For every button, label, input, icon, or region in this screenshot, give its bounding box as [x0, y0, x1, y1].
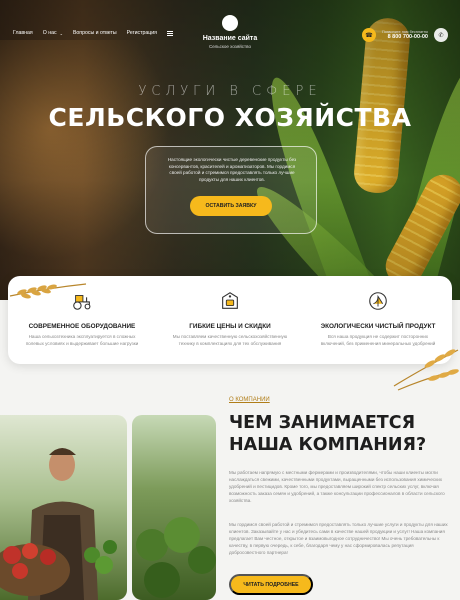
farmer-photo — [0, 415, 127, 600]
phone-icon[interactable]: ☎ — [362, 28, 376, 42]
feature-desc: Наша сельхозтехника эксплуатируется в сл… — [25, 334, 139, 346]
feature-title: СОВРЕМЕННОЕ ОБОРУДОВАНИЕ — [28, 323, 136, 330]
hero-title: СЕЛЬСКОГО ХОЗЯЙСТВА — [48, 103, 412, 132]
about-paragraph: Мы работаем напрямую с местными фермерам… — [229, 470, 445, 504]
about-title: ЧЕМ ЗАНИМАЕТСЯ НАША КОМПАНИЯ? — [229, 413, 427, 456]
nav-item-about[interactable]: О нас ⌄ — [43, 30, 63, 36]
feature-title: ГИБКИЕ ЦЕНЫ И СКИДКИ — [189, 323, 271, 330]
wheat-ear-decoration — [9, 283, 87, 299]
feature-desc: Мы поставляем качественную сельскохозяйс… — [172, 334, 288, 346]
about-paragraph: Мы гордимся своей работой и стремимся пр… — [229, 522, 448, 556]
nav-item-register[interactable]: Регистрация — [127, 30, 157, 36]
price-tag-icon — [222, 292, 238, 309]
feature-item: ГИБКИЕ ЦЕНЫ И СКИДКИ Мы поставляем качес… — [156, 276, 304, 364]
top-nav: Главная О нас ⌄ Вопросы и ответы Регистра… — [13, 30, 173, 36]
contact-block: ☎ Позвоните нам бесплатно 8 800 700-00-0… — [362, 28, 448, 42]
wheat-ear-decoration — [393, 349, 459, 391]
chevron-down-icon: ⌄ — [59, 30, 63, 36]
eco-plant-icon — [369, 292, 387, 310]
hero-description: Настоящие экологически чистые деревенски… — [167, 157, 297, 182]
nav-item-home[interactable]: Главная — [13, 30, 33, 36]
hero-section: Главная О нас ⌄ Вопросы и ответы Регистра… — [0, 0, 460, 300]
read-more-button[interactable]: ЧИТАТЬ ПОДРОБНЕЕ — [229, 574, 313, 595]
nav-item-faq[interactable]: Вопросы и ответы — [73, 30, 117, 36]
about-eyebrow-link[interactable]: О КОМПАНИИ — [229, 397, 270, 403]
hero-kicker: УСЛУГИ В СФЕРЕ — [138, 84, 322, 99]
menu-icon[interactable] — [166, 30, 173, 36]
vegetable-garden-photo — [132, 415, 216, 600]
feature-title: ЭКОЛОГИЧЕСКИ ЧИСТЫЙ ПРОДУКТ — [320, 323, 436, 330]
hero-card: Настоящие экологически чистые деревенски… — [145, 146, 317, 234]
site-name: Название сайта — [202, 35, 258, 42]
site-logo — [222, 15, 238, 31]
site-subtitle: Сельское хозяйство — [209, 44, 251, 49]
brand[interactable]: Название сайта Сельское хозяйство — [190, 15, 270, 49]
submit-request-button[interactable]: ОСТАВИТЬ ЗАЯВКУ — [190, 196, 272, 216]
callback-icon[interactable]: ✆ — [433, 28, 448, 42]
phone-number[interactable]: 8 800 700-00-00 — [382, 34, 428, 40]
